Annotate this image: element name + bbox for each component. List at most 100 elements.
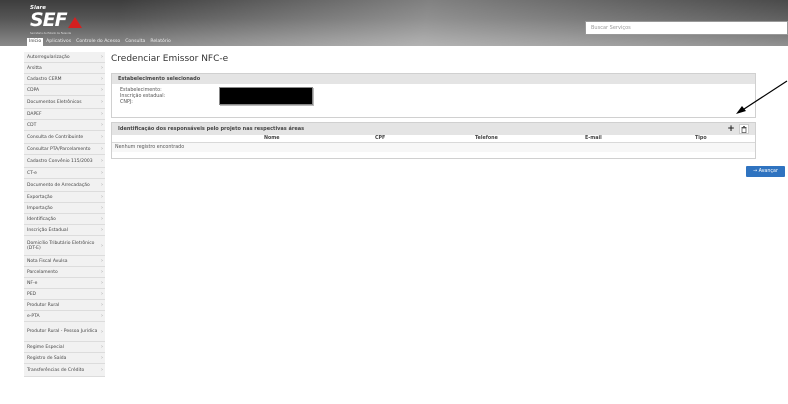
sidebar-item[interactable]: e-PTA › — [24, 311, 105, 322]
chevron-right-icon: › — [101, 182, 103, 188]
sidebar-item[interactable]: Importação › — [24, 203, 105, 214]
sidebar-item[interactable]: NF-e › — [24, 278, 105, 289]
responsibles-panel: Identificação dos responsáveis pelo proj… — [111, 122, 756, 159]
chevron-right-icon: › — [101, 205, 103, 211]
col-tipo[interactable]: Tipo — [695, 136, 707, 141]
sidebar-item[interactable]: Parcelamento › — [24, 267, 105, 278]
add-icon[interactable]: + — [726, 124, 736, 134]
sidebar-item-label: CDPA — [27, 87, 40, 93]
sidebar-item[interactable]: Exportação › — [24, 192, 105, 203]
chevron-right-icon: › — [101, 313, 103, 319]
sidebar-item-label: Nota Fiscal Avulsa — [27, 258, 68, 264]
app-header: Siare SEF Secretaria de Estado de Fazend… — [0, 0, 788, 46]
chevron-right-icon: › — [101, 158, 103, 164]
top-menu-controle-acesso[interactable]: Controle do Acesso — [74, 38, 122, 46]
delete-icon[interactable] — [739, 124, 749, 134]
sidebar-item[interactable]: Consultar PTA/Parcelamento › — [24, 144, 105, 155]
sidebar-item-label: Domicílio Tributário Eletrônico (DT-E) — [27, 240, 95, 251]
sidebar-item[interactable]: Arsitta › — [24, 63, 105, 74]
col-email[interactable]: E-mail — [585, 136, 602, 141]
empty-table-message: Nenhum registro encontrado — [112, 143, 755, 152]
sidebar-item[interactable]: Documento de Arrecadação › — [24, 179, 105, 192]
chevron-right-icon: › — [101, 134, 103, 140]
logo-triangle-icon — [68, 17, 82, 28]
sidebar-item-label: Cadastro CERM — [27, 76, 62, 82]
sidebar-item[interactable]: CDPA › — [24, 85, 105, 96]
chevron-right-icon: › — [101, 65, 103, 71]
sidebar-item[interactable]: CDT › — [24, 120, 105, 131]
sidebar-item-label: DAPEF — [27, 111, 42, 117]
sidebar-item[interactable]: Cadastro CERM › — [24, 74, 105, 85]
sidebar-item-label: Produtor Rural — [27, 302, 60, 308]
establishment-heading: Estabelecimento selecionado — [112, 74, 755, 84]
chevron-right-icon: › — [101, 302, 103, 308]
sidebar-item[interactable]: Cadastro Convênio 115/2003 › — [24, 155, 105, 168]
logo-main-text: SEF — [30, 9, 68, 31]
sidebar-item[interactable]: Produtor Rural › — [24, 300, 105, 311]
sidebar-item-label: NF-e — [27, 280, 38, 286]
chevron-right-icon: › — [101, 269, 103, 275]
advance-button[interactable]: → Avançar — [746, 166, 785, 177]
chevron-right-icon: › — [101, 87, 103, 93]
sidebar-item[interactable]: Registro de Saída › — [24, 353, 105, 364]
sidebar-item-label: Documento de Arrecadação — [27, 182, 90, 188]
sidebar-item-label: Exportação — [27, 194, 53, 200]
sidebar-item[interactable]: Documentos Eletrônicos › — [24, 96, 105, 109]
logo-subtitle: Secretaria de Estado de Fazenda — [30, 32, 72, 35]
sidebar-item-label: Registro de Saída — [27, 355, 67, 361]
col-nome[interactable]: Nome — [264, 136, 280, 141]
sidebar-item-label: CDT — [27, 122, 37, 128]
chevron-right-icon: › — [101, 258, 103, 264]
responsibles-table-header: Nome CPF Telefone E-mail Tipo — [112, 135, 755, 143]
sef-logo[interactable]: Siare SEF Secretaria de Estado de Fazend… — [30, 5, 85, 37]
sidebar-item[interactable]: Transferências de Crédito › — [24, 364, 105, 377]
trash-icon — [741, 125, 747, 133]
top-menu-consulta[interactable]: Consulta — [123, 38, 147, 46]
responsibles-heading: Identificação dos responsáveis pelo proj… — [118, 126, 305, 132]
chevron-right-icon: › — [101, 216, 103, 222]
responsibles-heading-bar: Identificação dos responsáveis pelo proj… — [112, 123, 755, 135]
sidebar-item-label: Cadastro Convênio 115/2003 — [27, 158, 93, 164]
sidebar-item[interactable]: Nota Fiscal Avulsa › — [24, 256, 105, 267]
chevron-right-icon: › — [101, 170, 103, 176]
sidebar-item-label: Consultar PTA/Parcelamento — [27, 146, 91, 152]
establishment-panel: Estabelecimento selecionado Estabelecime… — [111, 73, 756, 118]
chevron-right-icon: › — [101, 76, 103, 82]
sidebar-item[interactable]: Identificação › — [24, 214, 105, 225]
chevron-right-icon: › — [101, 328, 103, 335]
sidebar-item-label: Consulta de Contribuinte — [27, 134, 84, 140]
chevron-right-icon: › — [101, 111, 103, 117]
sidebar-item-label: Transferências de Crédito — [27, 367, 85, 373]
chevron-right-icon: › — [101, 280, 103, 286]
annotation-arrow-icon — [736, 80, 788, 114]
sidebar-item-label: Inscrição Estadual — [27, 227, 68, 233]
top-menu: Início Aplicativos Controle do Acesso Co… — [27, 38, 174, 46]
sidebar-item[interactable]: Produtor Rural - Pessoa Jurídica › — [24, 322, 105, 342]
sidebar: Autorregularização › Arsitta › Cadastro CERM… — [24, 52, 105, 377]
sidebar-item[interactable]: Autorregularização › — [24, 52, 105, 63]
top-menu-inicio[interactable]: Início — [27, 38, 44, 46]
sidebar-item[interactable]: Consulta de Contribuinte › — [24, 131, 105, 144]
chevron-right-icon: › — [101, 194, 103, 200]
sidebar-item[interactable]: Regime Especial › — [24, 342, 105, 353]
service-search[interactable] — [585, 21, 788, 35]
service-search-input[interactable] — [586, 22, 787, 34]
chevron-right-icon: › — [101, 227, 103, 233]
sidebar-item[interactable]: CT-e › — [24, 168, 105, 179]
sidebar-item-label: PED — [27, 291, 37, 297]
col-telefone[interactable]: Telefone — [475, 136, 498, 141]
chevron-right-icon: › — [101, 242, 103, 249]
chevron-right-icon: › — [101, 146, 103, 152]
col-cpf[interactable]: CPF — [375, 136, 385, 141]
sidebar-item-label: Arsitta — [27, 65, 42, 71]
sidebar-item[interactable]: PED › — [24, 289, 105, 300]
top-menu-aplicativos[interactable]: Aplicativos — [44, 38, 73, 46]
sidebar-item[interactable]: Inscrição Estadual › — [24, 225, 105, 236]
sidebar-item[interactable]: DAPEF › — [24, 109, 105, 120]
sidebar-item-label: Parcelamento — [27, 269, 58, 275]
top-menu-relatorio[interactable]: Relatório — [148, 38, 173, 46]
sidebar-item-label: Produtor Rural - Pessoa Jurídica — [27, 329, 98, 334]
chevron-right-icon: › — [101, 291, 103, 297]
sidebar-item-label: Regime Especial — [27, 344, 64, 350]
sidebar-item[interactable]: Domicílio Tributário Eletrônico (DT-E) › — [24, 236, 105, 256]
